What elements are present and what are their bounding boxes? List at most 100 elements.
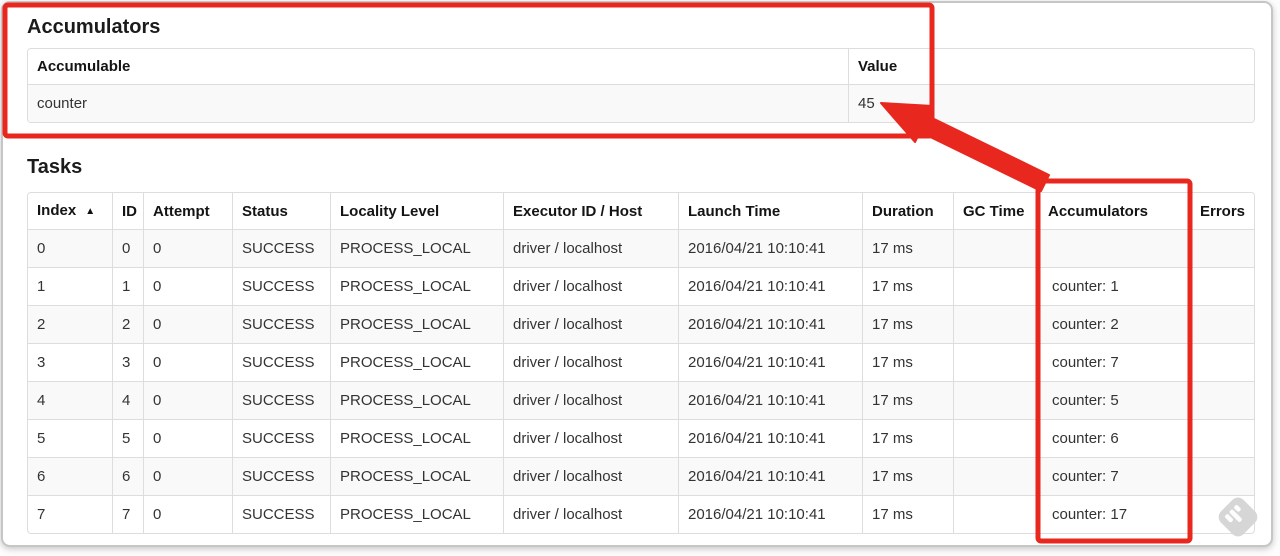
- cell-executor: driver / localhost: [504, 420, 679, 458]
- cell-status: SUCCESS: [233, 458, 331, 496]
- cell-executor: driver / localhost: [504, 306, 679, 344]
- cell-executor: driver / localhost: [504, 344, 679, 382]
- task-row: 3 3 0 SUCCESS PROCESS_LOCAL driver / loc…: [28, 344, 1254, 382]
- cell-gc-time: [954, 382, 1039, 420]
- accumulators-section-title: Accumulators: [27, 16, 161, 38]
- cell-status: SUCCESS: [233, 306, 331, 344]
- cell-executor: driver / localhost: [504, 496, 679, 533]
- cell-status: SUCCESS: [233, 344, 331, 382]
- tasks-section-title: Tasks: [27, 156, 83, 178]
- cell-index: 6: [28, 458, 113, 496]
- cell-accumulators: counter: 7: [1039, 344, 1191, 382]
- cell-errors: [1191, 230, 1254, 268]
- col-header-gc-time[interactable]: GC Time: [954, 193, 1039, 230]
- cell-gc-time: [954, 344, 1039, 382]
- cell-id: 7: [113, 496, 144, 533]
- cell-id: 6: [113, 458, 144, 496]
- col-header-value: Value: [849, 49, 1254, 85]
- col-header-accumulable: Accumulable: [28, 49, 849, 85]
- cell-id: 2: [113, 306, 144, 344]
- task-row: 5 5 0 SUCCESS PROCESS_LOCAL driver / loc…: [28, 420, 1254, 458]
- cell-accumulators: counter: 5: [1039, 382, 1191, 420]
- cell-launch-time: 2016/04/21 10:10:41: [679, 268, 863, 306]
- cell-accumulators: counter: 7: [1039, 458, 1191, 496]
- sort-ascending-icon: ▲: [85, 206, 96, 217]
- cell-duration: 17 ms: [863, 458, 954, 496]
- cell-attempt: 0: [144, 458, 233, 496]
- spark-ui-page: Accumulators Accumulable Value counter 4…: [1, 1, 1273, 547]
- task-row: 0 0 0 SUCCESS PROCESS_LOCAL driver / loc…: [28, 230, 1254, 268]
- cell-gc-time: [954, 496, 1039, 533]
- col-header-index[interactable]: Index ▲: [28, 193, 113, 230]
- col-header-duration[interactable]: Duration: [863, 193, 954, 230]
- cell-locality: PROCESS_LOCAL: [331, 382, 504, 420]
- cell-launch-time: 2016/04/21 10:10:41: [679, 420, 863, 458]
- cell-index: 0: [28, 230, 113, 268]
- cell-locality: PROCESS_LOCAL: [331, 268, 504, 306]
- cell-index: 1: [28, 268, 113, 306]
- col-header-executor-id-host[interactable]: Executor ID / Host: [504, 193, 679, 230]
- task-row: 2 2 0 SUCCESS PROCESS_LOCAL driver / loc…: [28, 306, 1254, 344]
- cell-launch-time: 2016/04/21 10:10:41: [679, 306, 863, 344]
- cell-attempt: 0: [144, 230, 233, 268]
- cell-accumulators: counter: 17: [1039, 496, 1191, 533]
- cell-locality: PROCESS_LOCAL: [331, 420, 504, 458]
- cell-errors: [1191, 420, 1254, 458]
- cell-duration: 17 ms: [863, 268, 954, 306]
- cell-gc-time: [954, 458, 1039, 496]
- cell-status: SUCCESS: [233, 420, 331, 458]
- accumulators-table: Accumulable Value counter 45: [27, 48, 1255, 123]
- col-header-id[interactable]: ID: [113, 193, 144, 230]
- cell-gc-time: [954, 230, 1039, 268]
- cell-errors: [1191, 458, 1254, 496]
- cell-attempt: 0: [144, 344, 233, 382]
- cell-accumulable: counter: [28, 85, 849, 122]
- col-header-errors[interactable]: Errors: [1191, 193, 1254, 230]
- cell-index: 5: [28, 420, 113, 458]
- cell-status: SUCCESS: [233, 382, 331, 420]
- cell-attempt: 0: [144, 496, 233, 533]
- col-header-status[interactable]: Status: [233, 193, 331, 230]
- cell-launch-time: 2016/04/21 10:10:41: [679, 458, 863, 496]
- accumulator-row: counter 45: [28, 85, 1254, 122]
- cell-errors: [1191, 306, 1254, 344]
- col-header-attempt[interactable]: Attempt: [144, 193, 233, 230]
- cell-id: 0: [113, 230, 144, 268]
- cell-duration: 17 ms: [863, 496, 954, 533]
- cell-duration: 17 ms: [863, 382, 954, 420]
- cell-executor: driver / localhost: [504, 458, 679, 496]
- col-header-launch-time[interactable]: Launch Time: [679, 193, 863, 230]
- cell-index: 3: [28, 344, 113, 382]
- cell-id: 4: [113, 382, 144, 420]
- cell-gc-time: [954, 420, 1039, 458]
- col-header-locality-level[interactable]: Locality Level: [331, 193, 504, 230]
- cell-attempt: 0: [144, 382, 233, 420]
- cell-accumulators: counter: 1: [1039, 268, 1191, 306]
- cell-errors: [1191, 268, 1254, 306]
- cell-locality: PROCESS_LOCAL: [331, 458, 504, 496]
- task-row: 6 6 0 SUCCESS PROCESS_LOCAL driver / loc…: [28, 458, 1254, 496]
- cell-status: SUCCESS: [233, 268, 331, 306]
- tasks-header-row: Index ▲ ID Attempt Status Locality Level …: [28, 193, 1254, 230]
- cell-index: 7: [28, 496, 113, 533]
- cell-value: 45: [849, 85, 1254, 122]
- cell-executor: driver / localhost: [504, 268, 679, 306]
- cell-errors: [1191, 382, 1254, 420]
- task-row: 1 1 0 SUCCESS PROCESS_LOCAL driver / loc…: [28, 268, 1254, 306]
- cell-attempt: 0: [144, 268, 233, 306]
- cell-status: SUCCESS: [233, 230, 331, 268]
- cell-status: SUCCESS: [233, 496, 331, 533]
- cell-accumulators: counter: 2: [1039, 306, 1191, 344]
- cell-executor: driver / localhost: [504, 230, 679, 268]
- cell-locality: PROCESS_LOCAL: [331, 344, 504, 382]
- cell-duration: 17 ms: [863, 306, 954, 344]
- cell-accumulators: counter: 6: [1039, 420, 1191, 458]
- tasks-table: Index ▲ ID Attempt Status Locality Level …: [27, 192, 1255, 534]
- col-header-accumulators[interactable]: Accumulators: [1039, 193, 1191, 230]
- cell-id: 5: [113, 420, 144, 458]
- cell-locality: PROCESS_LOCAL: [331, 230, 504, 268]
- cell-id: 1: [113, 268, 144, 306]
- cell-errors: [1191, 496, 1254, 533]
- task-row: 7 7 0 SUCCESS PROCESS_LOCAL driver / loc…: [28, 496, 1254, 533]
- cell-executor: driver / localhost: [504, 382, 679, 420]
